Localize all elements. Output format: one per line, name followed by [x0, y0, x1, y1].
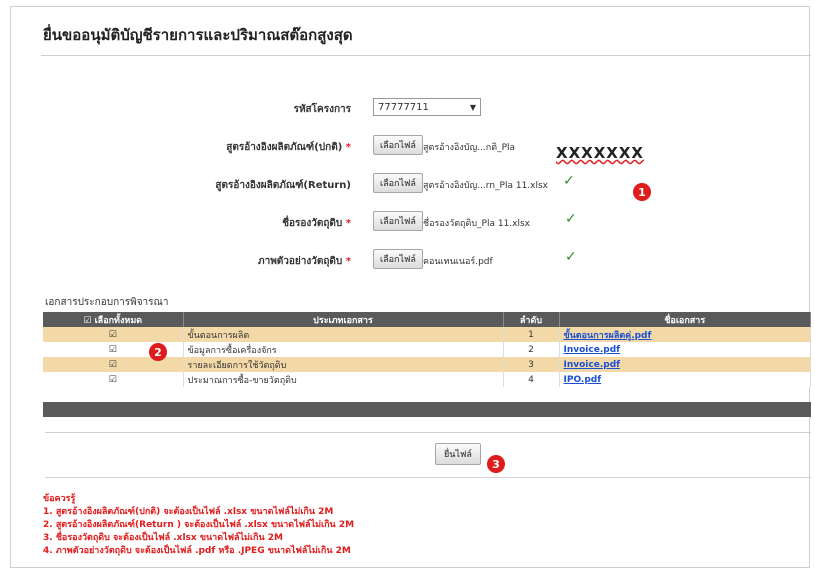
note-item: 2. สูตรอ้างอิงผลิตภัณฑ์(Return ) จะต้องเ… [43, 520, 355, 530]
doc-order: 3 [503, 357, 560, 372]
choose-file-button-formula-return[interactable]: เลือกไฟล์ [373, 173, 423, 193]
submit-file-button[interactable]: ยื่นไฟล์ [435, 443, 481, 465]
choose-file-button-formula-normal[interactable]: เลือกไฟล์ [373, 135, 423, 155]
formula-normal-filename: สูตรอ้างอิงบัญ...กติ_Pla [423, 143, 516, 153]
chevron-down-icon: ▼ [469, 102, 476, 112]
doc-order: 2 [503, 342, 560, 357]
formula-return-filename: สูตรอ้างอิงบัญ...rn_Pla 11.xlsx [423, 181, 548, 191]
formula-normal-label-text: สูตรอ้างอิงผลิตภัณฑ์(ปกติ) [226, 142, 343, 153]
material-name-label-text: ชื่อรองวัตถุดิบ [282, 218, 343, 229]
required-mark: * [345, 218, 351, 229]
check-icon: ✓ [563, 173, 575, 189]
choose-file-button-material-image[interactable]: เลือกไฟล์ [373, 249, 423, 269]
note-item: 1. สูตรอ้างอิงผลิตภัณฑ์(ปกติ) จะต้องเป็น… [43, 507, 334, 517]
select-all-header[interactable]: ☑ เลือกทั้งหมด [43, 312, 184, 327]
order-header: ลำดับ [503, 312, 560, 327]
notes-heading: ข้อควรรู้ [43, 494, 76, 504]
doc-order: 4 [503, 372, 560, 387]
table-row: ☑ ขั้นตอนการผลิต 1 ขั้นตอนการผลิตคู่.pdf [43, 327, 811, 342]
page-title: ยื่นขออนุมัติบัญชีรายการและปริมาณสต๊อกสู… [43, 26, 353, 44]
documents-section-title: เอกสารประกอบการพิจารณา [45, 297, 169, 308]
divider [45, 477, 811, 478]
material-name-label: ชื่อรองวัตถุดิบ * [171, 216, 351, 231]
choose-file-button-material-name[interactable]: เลือกไฟล์ [373, 211, 423, 231]
doc-type: ขั้นตอนการผลิต [183, 327, 504, 342]
table-footer-bar [43, 402, 811, 417]
material-image-label-text: ภาพตัวอย่างวัตถุดิบ [258, 256, 343, 267]
required-mark: * [345, 142, 351, 153]
notes-section: ข้อควรรู้ 1. สูตรอ้างอิงผลิตภัณฑ์(ปกติ) … [43, 493, 354, 558]
project-code-select[interactable]: 77777711 ▼ [373, 98, 481, 116]
check-icon: ✓ [565, 211, 577, 227]
check-icon: ✓ [565, 249, 577, 265]
material-name-filename: ชื่อรองวัตถุดิบ_Pla 11.xlsx [423, 219, 531, 229]
marker-1: 1 [633, 183, 651, 201]
row-checkbox[interactable]: ☑ [43, 372, 184, 387]
note-item: 3. ชื่อรองวัตถุดิบ จะต้องเป็นไฟล์ .xlsx … [43, 533, 283, 543]
doc-link[interactable]: Invoice.pdf [564, 345, 621, 355]
title-divider [41, 55, 811, 56]
type-header: ประเภทเอกสาร [183, 312, 504, 327]
formula-normal-label: สูตรอ้างอิงผลิตภัณฑ์(ปกติ) * [171, 140, 351, 155]
doc-link[interactable]: Invoice.pdf [564, 360, 621, 370]
doc-type: ประมาณการซื้อ-ขายวัตถุดิบ [183, 372, 504, 387]
table-header-row: ☑ เลือกทั้งหมด ประเภทเอกสาร ลำดับ ชื่อเอ… [43, 312, 811, 327]
note-item: 4. ภาพตัวอย่างวัตถุดิบ จะต้องเป็นไฟล์ .p… [43, 546, 351, 556]
divider [45, 432, 811, 433]
doc-type: ข้อมูลการซื้อเครื่องจักร [183, 342, 504, 357]
table-row: ☑ ประมาณการซื้อ-ขายวัตถุดิบ 4 IPO.pdf [43, 372, 811, 387]
doc-order: 1 [503, 327, 560, 342]
material-image-filename: คอนเทนเนอร์.pdf [423, 257, 493, 267]
required-mark: * [345, 256, 351, 267]
doc-link[interactable]: IPO.pdf [564, 375, 602, 385]
project-code-value: 77777711 [378, 101, 429, 113]
project-code-label: รหัสโครงการ [293, 104, 351, 115]
doc-link[interactable]: ขั้นตอนการผลิตคู่.pdf [564, 331, 652, 341]
marker-3: 3 [487, 455, 505, 473]
annotation-text: XXXXXXX [556, 144, 644, 162]
row-checkbox[interactable]: ☑ [43, 327, 184, 342]
name-header: ชื่อเอกสาร [559, 312, 811, 327]
material-image-label: ภาพตัวอย่างวัตถุดิบ * [171, 254, 351, 269]
page-frame: ยื่นขออนุมัติบัญชีรายการและปริมาณสต๊อกสู… [10, 6, 811, 568]
doc-type: รายละเอียดการใช้วัตถุดิบ [183, 357, 504, 372]
marker-2: 2 [149, 343, 167, 361]
formula-return-label: สูตรอ้างอิงผลิตภัณฑ์(Return) [215, 180, 351, 191]
